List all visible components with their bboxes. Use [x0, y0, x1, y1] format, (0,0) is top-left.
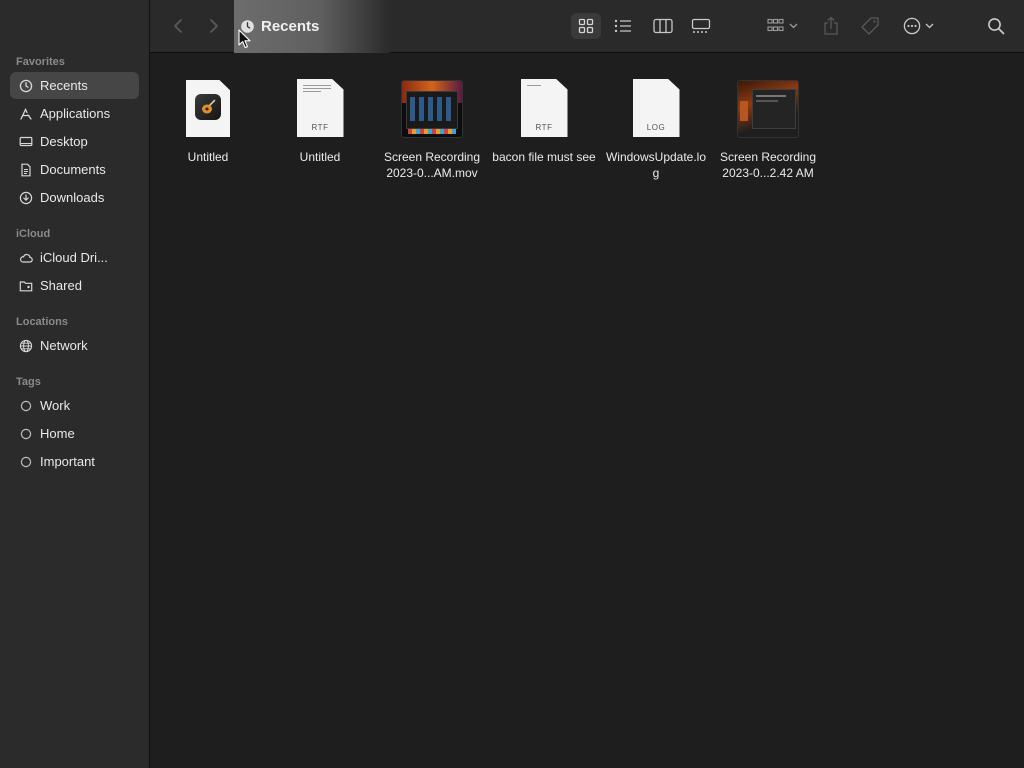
file-item[interactable]: RTF Untitled [264, 77, 376, 165]
tag-circle-icon [19, 455, 33, 469]
sidebar-item-tag-work[interactable]: Work [10, 392, 139, 419]
file-thumbnail [402, 77, 462, 137]
sidebar-item-icloud-drive[interactable]: iCloud Dri... [10, 244, 139, 271]
list-view-button[interactable] [608, 13, 638, 39]
file-name: WindowsUpdate.log [605, 150, 707, 180]
sidebar-item-network[interactable]: Network [10, 332, 139, 359]
icon-view-button[interactable] [571, 13, 601, 39]
file-item[interactable]: RTF bacon file must see [488, 77, 600, 165]
file-thumbnail [186, 77, 230, 137]
sidebar-item-tag-home[interactable]: Home [10, 420, 139, 447]
file-item[interactable]: Screen Recording 2023-0...2.42 AM [712, 77, 824, 181]
gallery-view-button[interactable] [686, 13, 716, 39]
document-icon [19, 163, 33, 177]
sidebar-item-label: Documents [40, 162, 106, 177]
ellipsis-circle-icon [903, 17, 920, 35]
column-view-button[interactable] [648, 13, 678, 39]
share-button[interactable] [820, 13, 842, 39]
file-name: Screen Recording 2023-0...AM.mov [383, 150, 481, 180]
chevron-right-icon [210, 19, 218, 33]
file-item[interactable]: LOG WindowsUpdate.log [600, 77, 712, 181]
file-item[interactable]: Screen Recording 2023-0...AM.mov [376, 77, 488, 181]
rtf-document-icon: RTF [296, 79, 344, 137]
file-thumbnail: LOG [632, 77, 680, 137]
sidebar-item-label: Desktop [40, 134, 88, 149]
sidebar-item-label: iCloud Dri... [40, 250, 108, 265]
sidebar: Favorites Recents Applications Desktop D… [0, 0, 150, 768]
sidebar-item-desktop[interactable]: Desktop [10, 128, 139, 155]
gallery-icon [691, 18, 711, 33]
file-name: Untitled [187, 150, 229, 164]
rtf-document-icon: RTF [520, 79, 568, 137]
video-thumbnail-icon [738, 81, 798, 137]
window-title: Recents [234, 0, 390, 53]
sidebar-section-locations: Locations [16, 316, 68, 328]
columns-icon [653, 18, 673, 34]
more-actions-button[interactable] [898, 13, 938, 39]
sidebar-item-downloads[interactable]: Downloads [10, 184, 139, 211]
share-icon [824, 16, 838, 35]
group-icon [766, 18, 784, 32]
clock-icon [19, 79, 33, 93]
mouse-cursor-icon [238, 29, 251, 49]
file-name: bacon file must see [492, 150, 596, 164]
file-name: Untitled [299, 150, 341, 164]
chevron-left-icon [174, 19, 182, 33]
sidebar-section-favorites: Favorites [16, 56, 65, 68]
desktop-icon [19, 135, 33, 149]
file-name: Screen Recording 2023-0...2.42 AM [719, 150, 817, 180]
chevron-down-icon [925, 23, 933, 29]
sidebar-item-documents[interactable]: Documents [10, 156, 139, 183]
sidebar-item-shared[interactable]: Shared [10, 272, 139, 299]
sidebar-section-icloud: iCloud [16, 228, 51, 240]
file-thumbnail: RTF [296, 77, 344, 137]
sidebar-item-applications[interactable]: Applications [10, 100, 139, 127]
back-button[interactable] [168, 13, 188, 39]
toolbar: Recents [150, 0, 1024, 53]
cloud-icon [19, 251, 33, 265]
applications-icon [19, 107, 33, 121]
tag-button[interactable] [858, 13, 882, 39]
sidebar-item-label: Shared [40, 278, 82, 293]
file-grid: Untitled RTF Untitled Screen Recording 2… [150, 53, 1024, 768]
download-icon [19, 191, 33, 205]
sidebar-section-tags: Tags [16, 376, 41, 388]
forward-button[interactable] [204, 13, 224, 39]
tag-circle-icon [19, 427, 33, 441]
sidebar-item-label: Network [40, 338, 88, 353]
tag-icon [861, 17, 879, 35]
globe-icon [19, 339, 33, 353]
tag-circle-icon [19, 399, 33, 413]
file-thumbnail [738, 77, 798, 137]
sidebar-item-label: Important [40, 454, 95, 469]
file-item[interactable]: Untitled [152, 77, 264, 165]
app-document-icon [186, 80, 230, 137]
sidebar-item-label: Home [40, 426, 75, 441]
page-title: Recents [261, 18, 320, 35]
sidebar-item-label: Downloads [40, 190, 105, 205]
search-button[interactable] [984, 13, 1008, 39]
search-icon [988, 18, 1005, 35]
list-icon [614, 19, 631, 33]
file-thumbnail: RTF [520, 77, 568, 137]
video-thumbnail-icon [402, 81, 462, 137]
shared-folder-icon [19, 279, 33, 293]
sidebar-item-label: Work [40, 398, 71, 413]
grid-icon [578, 18, 594, 34]
log-document-icon: LOG [632, 79, 680, 137]
sidebar-item-label: Applications [40, 106, 111, 121]
sidebar-item-tag-important[interactable]: Important [10, 448, 139, 475]
group-by-button[interactable] [762, 13, 802, 39]
sidebar-item-label: Recents [40, 78, 88, 93]
chevron-down-icon [789, 23, 797, 29]
sidebar-item-recents[interactable]: Recents [10, 72, 139, 99]
